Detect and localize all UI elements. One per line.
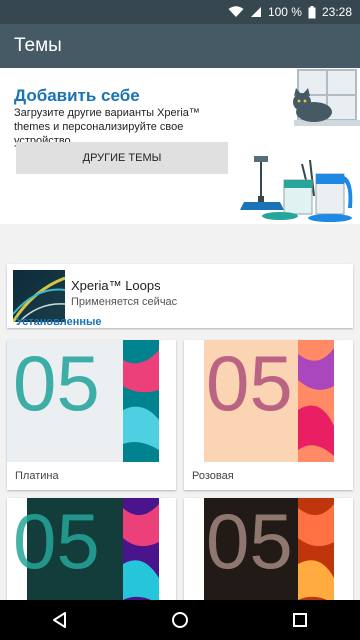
app-bar: Темы <box>0 24 360 68</box>
theme-preview-dark-green: 05 <box>7 498 176 600</box>
signal-icon <box>250 6 262 18</box>
recents-button[interactable] <box>280 600 320 640</box>
themes-content[interactable]: Добавить себе Загрузите другие варианты … <box>0 68 360 600</box>
clock: 23:28 <box>321 5 352 19</box>
status-bar: 100 % 23:28 <box>0 0 360 24</box>
home-button[interactable] <box>160 600 200 640</box>
theme-card-dark-green[interactable]: 05 <box>7 498 176 600</box>
more-themes-button[interactable]: ДРУГИЕ ТЕМЫ <box>16 142 228 174</box>
theme-preview-platinum: 05 <box>7 340 176 462</box>
theme-card-platinum[interactable]: 05 Платина <box>7 340 176 490</box>
promo-banner: Добавить себе Загрузите другие варианты … <box>0 68 360 224</box>
current-theme-thumbnail <box>13 270 65 322</box>
theme-card-dark-orange[interactable]: 05 <box>184 498 353 600</box>
theme-preview-dark-orange: 05 <box>184 498 353 600</box>
theme-card-pink[interactable]: 05 Розовая <box>184 340 353 490</box>
svg-text:05: 05 <box>13 340 100 427</box>
theme-preview-pink: 05 <box>184 340 353 462</box>
current-theme-name: Xperia™ Loops <box>71 278 161 293</box>
navigation-bar <box>0 600 360 640</box>
svg-text:05: 05 <box>206 498 293 585</box>
page-title: Темы <box>14 35 62 56</box>
svg-text:05: 05 <box>13 498 100 585</box>
battery-percent: 100 % <box>267 5 302 19</box>
current-theme-status: Применяется сейчас <box>71 296 178 308</box>
painting-illustration <box>240 69 360 222</box>
promo-title: Добавить себе <box>14 86 140 105</box>
back-button[interactable] <box>40 600 80 640</box>
recents-icon <box>293 613 307 627</box>
svg-text:05: 05 <box>206 340 293 427</box>
battery-icon <box>308 5 316 19</box>
theme-label-pink: Розовая <box>192 470 234 482</box>
home-icon <box>172 612 188 628</box>
back-icon <box>53 612 66 628</box>
installed-section-title: Установленные <box>16 316 102 328</box>
wifi-icon <box>228 6 244 18</box>
theme-label-platinum: Платина <box>15 470 59 482</box>
